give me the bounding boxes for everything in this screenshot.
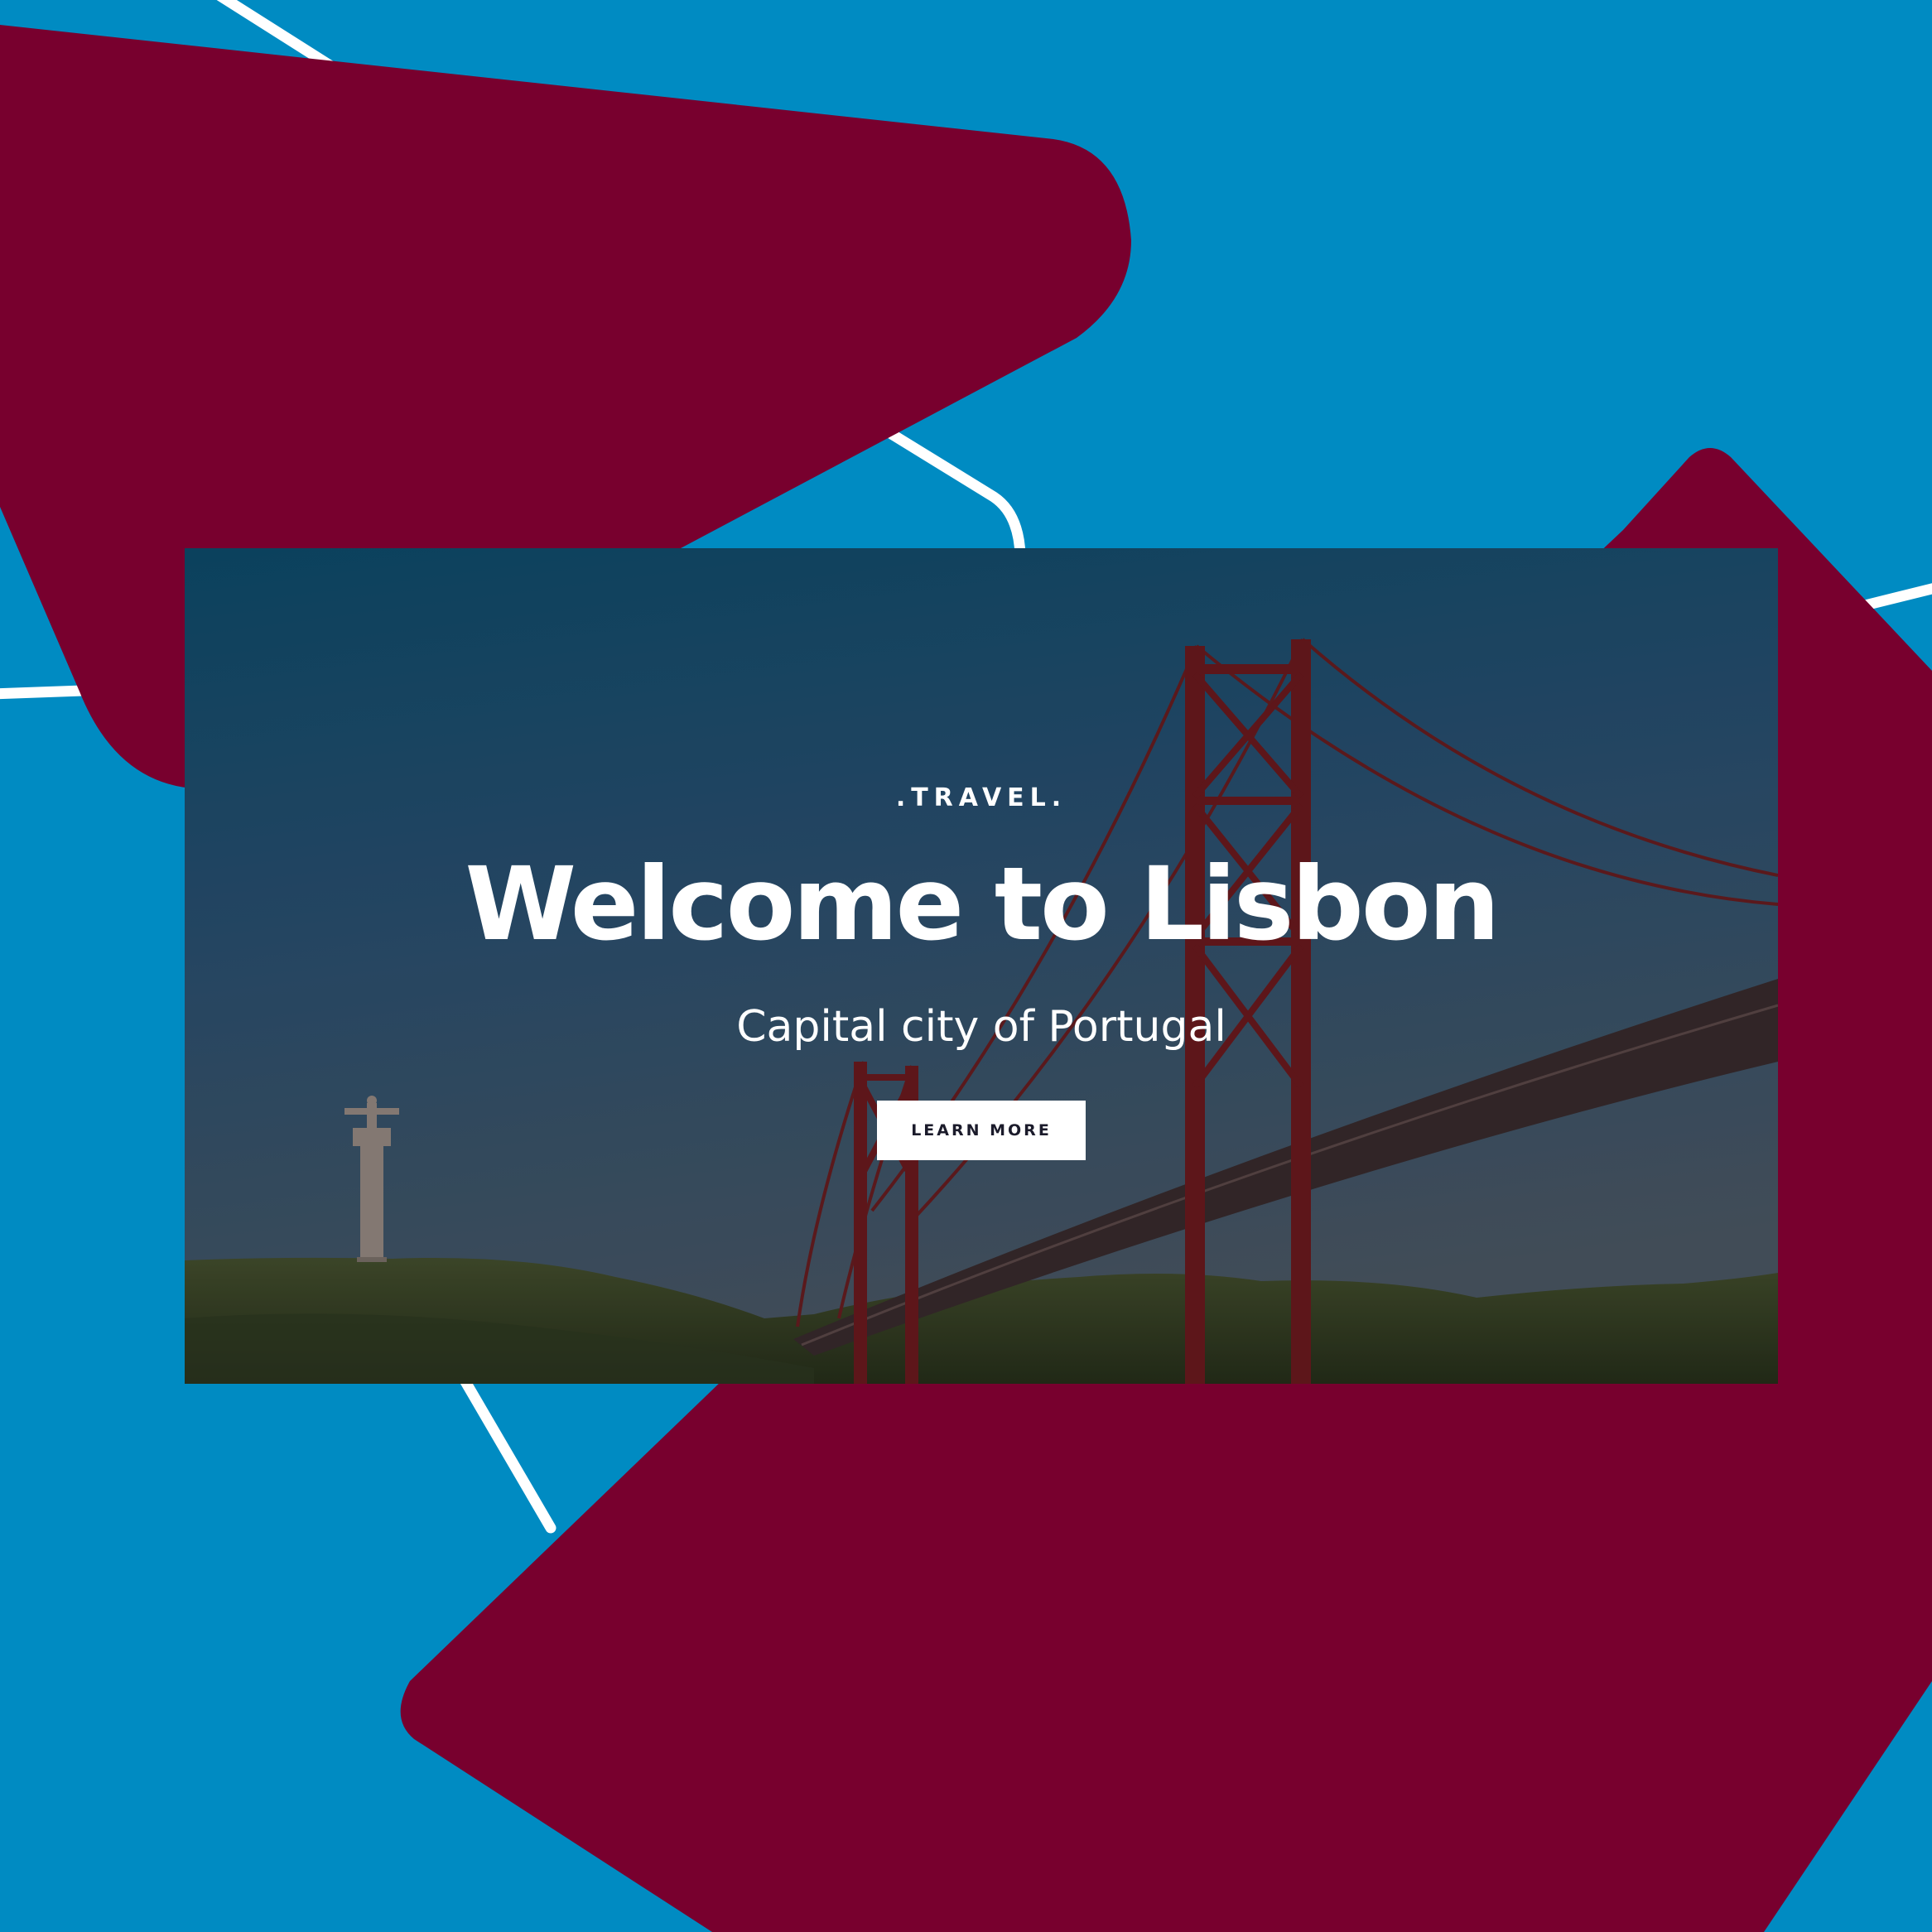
hero-eyebrow: .TRAVEL. (895, 783, 1067, 812)
hero-content: .TRAVEL. Welcome to Lisbon Capital city … (185, 548, 1778, 1384)
poster-canvas: .TRAVEL. Welcome to Lisbon Capital city … (0, 0, 1932, 1932)
hero-title: Welcome to Lisbon (465, 846, 1500, 963)
hero-subtitle: Capital city of Portugal (736, 1002, 1226, 1052)
outline-stroke-left (0, 685, 89, 700)
hero-banner: .TRAVEL. Welcome to Lisbon Capital city … (185, 548, 1778, 1384)
learn-more-button[interactable]: LEARN MORE (877, 1101, 1086, 1160)
